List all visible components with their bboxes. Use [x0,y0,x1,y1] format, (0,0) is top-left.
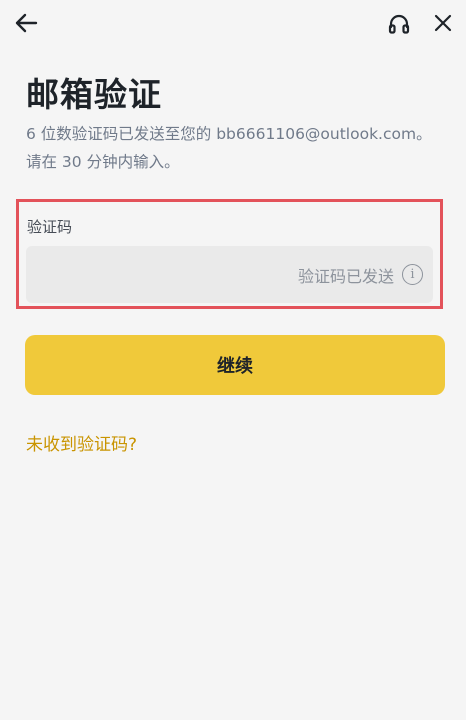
verification-code-input[interactable]: 验证码已发送 i [26,246,433,303]
description: 6 位数验证码已发送至您的 bb6661106@outlook.com。 请在 … [26,120,446,176]
close-button[interactable] [427,7,459,39]
description-line-2: 请在 30 分钟内输入。 [26,153,180,171]
verification-code-field-highlight: 验证码 验证码已发送 i [16,199,443,309]
info-icon[interactable]: i [402,264,423,285]
back-button[interactable] [10,7,42,39]
headset-icon [388,14,410,34]
resend-code-link[interactable]: 未收到验证码? [26,430,137,455]
verification-code-label: 验证码 [27,218,73,236]
support-button[interactable] [383,8,415,40]
page-title: 邮箱验证 [26,75,162,114]
code-sent-text: 验证码已发送 [297,266,394,286]
description-line-1: 6 位数验证码已发送至您的 bb6661106@outlook.com。 [26,125,432,143]
code-sent-status: 验证码已发送 i [298,246,423,303]
top-bar [0,0,466,50]
arrow-left-icon [15,13,38,33]
continue-button[interactable]: 继续 [25,335,445,395]
close-icon [434,14,452,32]
